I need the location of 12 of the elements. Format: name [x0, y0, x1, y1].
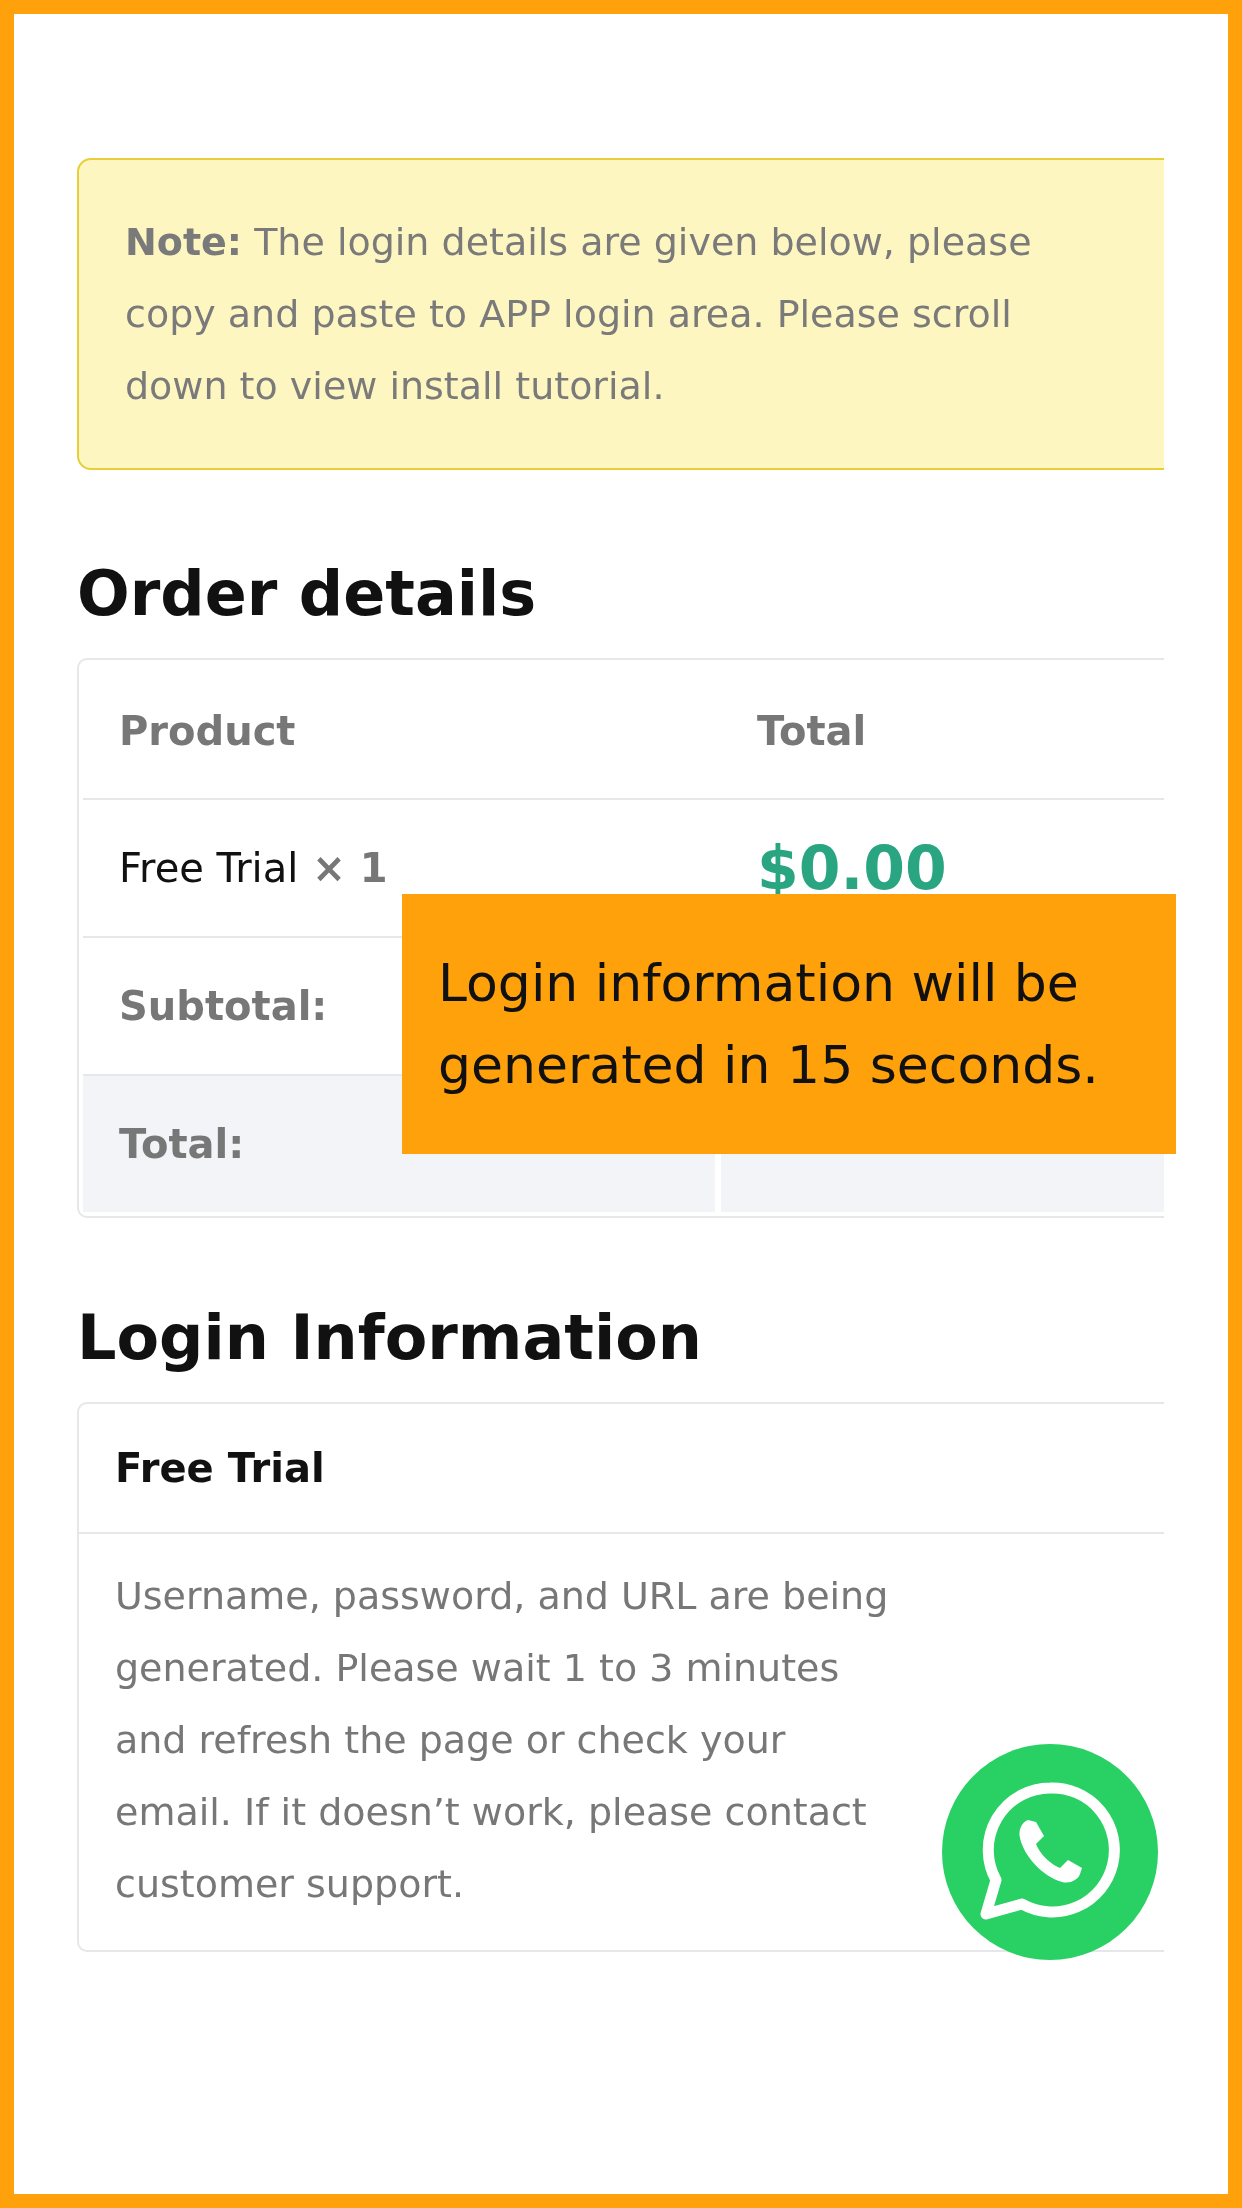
section-heading: Login Information [77, 1300, 703, 1376]
product-name: Free Trial [119, 844, 299, 893]
column-header: Total [757, 707, 867, 756]
column-header: Product [119, 707, 296, 756]
card-title: Free Trial [115, 1445, 325, 1491]
section-heading: Order details [77, 556, 538, 632]
quantity: × 1 [312, 844, 388, 893]
note-text: Note: The login details are given below, please copy and paste to APP login area. Please scroll down to view install tutorial. [125, 219, 1033, 410]
subtotal-label: Subtotal: [119, 982, 328, 1031]
total-label: Total: [119, 1120, 245, 1169]
login-message: Username, password, and URL are being generated. Please wait 1 to 3 minutes and refresh the page or check your email. If it doesn’t work, please contact customer support. [114, 1573, 890, 1908]
countdown-banner: Login information will be generated in 15 seconds. [402, 894, 1176, 1154]
